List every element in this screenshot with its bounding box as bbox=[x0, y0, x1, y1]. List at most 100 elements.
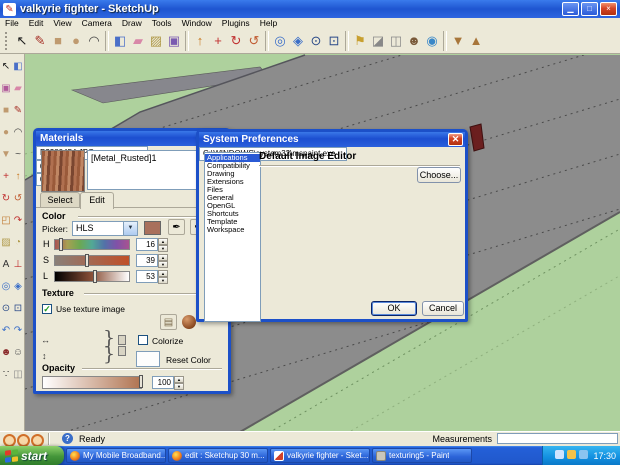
zoom-icon[interactable]: ⊙ bbox=[307, 30, 325, 52]
share-model-icon[interactable]: ▲ bbox=[467, 30, 485, 52]
opacity-slider-handle[interactable] bbox=[139, 375, 143, 388]
messenger-icon[interactable] bbox=[579, 450, 588, 459]
offset-icon[interactable]: ↺ bbox=[245, 30, 263, 52]
tab-edit[interactable]: Edit bbox=[80, 192, 114, 209]
menu-tools[interactable]: Tools bbox=[147, 18, 177, 28]
use-texture-checkbox[interactable]: ✓ bbox=[42, 304, 52, 314]
arc-icon[interactable]: ◠ bbox=[12, 122, 24, 144]
push-pull-icon[interactable]: ↑ bbox=[12, 166, 24, 188]
cancel-button[interactable]: Cancel bbox=[422, 301, 464, 316]
taskbar-button-paint-3[interactable]: texturing5 - Paint bbox=[372, 448, 472, 463]
browse-texture-icon[interactable]: ▤ bbox=[160, 314, 177, 330]
spin-down-icon[interactable]: ▼ bbox=[158, 261, 168, 268]
choose-button[interactable]: Choose... bbox=[417, 167, 461, 183]
walk-icon[interactable]: ∵ bbox=[0, 364, 12, 386]
spin-up-icon[interactable]: ▲ bbox=[174, 376, 184, 383]
section-plane-icon[interactable]: ◫ bbox=[12, 364, 24, 386]
menu-draw[interactable]: Draw bbox=[117, 18, 147, 28]
move-icon[interactable]: + bbox=[0, 166, 12, 188]
rectangle-icon[interactable]: ■ bbox=[0, 100, 12, 122]
tape-measure-icon[interactable]: ▨ bbox=[0, 232, 12, 254]
texture-preview-sphere-icon[interactable] bbox=[182, 315, 196, 329]
minimize-button[interactable]: ▁ bbox=[562, 2, 579, 16]
slider-handle[interactable] bbox=[59, 238, 63, 251]
circle-icon[interactable]: ● bbox=[0, 122, 12, 144]
zoom-extents-icon[interactable]: ⊡ bbox=[325, 30, 343, 52]
make-component-icon[interactable]: ◧ bbox=[111, 30, 129, 52]
polygon-icon[interactable]: ▼ bbox=[0, 144, 12, 166]
zoom-icon[interactable]: ⊙ bbox=[0, 298, 12, 320]
line-icon[interactable]: ✎ bbox=[31, 30, 49, 52]
colorize-checkbox[interactable] bbox=[138, 335, 148, 345]
start-button[interactable]: start bbox=[0, 446, 64, 465]
line-icon[interactable]: ✎ bbox=[12, 100, 24, 122]
freehand-icon[interactable]: ~ bbox=[12, 144, 24, 166]
rotate-icon[interactable]: ↻ bbox=[0, 188, 12, 210]
spin-down-icon[interactable]: ▼ bbox=[158, 245, 168, 252]
s-slider[interactable] bbox=[54, 255, 130, 266]
taskbar-button-sketchup-2[interactable]: valkyrie fighter - Sket... bbox=[270, 448, 370, 463]
orbit-icon[interactable]: ◎ bbox=[271, 30, 289, 52]
spin-down-icon[interactable]: ▼ bbox=[174, 383, 184, 390]
help-icon[interactable]: ? bbox=[62, 433, 73, 444]
spin-up-icon[interactable]: ▲ bbox=[158, 270, 168, 277]
taskbar-button-firefox-0[interactable]: My Mobile Broadband... bbox=[66, 448, 166, 463]
menu-plugins[interactable]: Plugins bbox=[217, 18, 255, 28]
eraser-icon[interactable]: ▰ bbox=[12, 78, 24, 100]
close-button[interactable]: × bbox=[600, 2, 617, 16]
opacity-value[interactable]: 100 bbox=[152, 376, 174, 389]
paint-bucket-icon[interactable]: ▣ bbox=[0, 78, 12, 100]
circle-icon[interactable]: ● bbox=[67, 30, 85, 52]
picker-dropdown[interactable]: HLS ▼ bbox=[72, 221, 138, 236]
match-color-object-eyedropper-icon[interactable]: ✒ bbox=[168, 219, 185, 235]
look-around-icon[interactable]: ☺ bbox=[12, 342, 24, 364]
opacity-slider[interactable] bbox=[42, 376, 142, 389]
restore-button[interactable]: □ bbox=[581, 2, 598, 16]
clock[interactable]: 17:30 bbox=[593, 451, 616, 461]
move-icon[interactable]: + bbox=[209, 30, 227, 52]
axes-icon[interactable]: ⊥ bbox=[12, 254, 24, 276]
spin-up-icon[interactable]: ▲ bbox=[158, 254, 168, 261]
offset-icon[interactable]: ↺ bbox=[12, 188, 24, 210]
paint-bucket-icon[interactable]: ▣ bbox=[165, 30, 183, 52]
measurements-input[interactable] bbox=[497, 433, 618, 444]
menu-window[interactable]: Window bbox=[177, 18, 217, 28]
ok-button[interactable]: OK bbox=[371, 301, 417, 316]
spin-down-icon[interactable]: ▼ bbox=[158, 277, 168, 284]
toggle-terrain-icon[interactable]: ◪ bbox=[369, 30, 387, 52]
l-slider[interactable] bbox=[54, 271, 130, 282]
close-icon[interactable]: ✕ bbox=[448, 133, 463, 146]
add-location-icon[interactable]: ⚑ bbox=[351, 30, 369, 52]
chain-link-icon-bottom[interactable] bbox=[118, 346, 126, 356]
zoom-extents-icon[interactable]: ⊡ bbox=[12, 298, 24, 320]
menu-file[interactable]: File bbox=[0, 18, 24, 28]
slider-value[interactable]: 39 bbox=[136, 254, 158, 267]
security-shield-icon[interactable] bbox=[567, 450, 576, 459]
eraser-icon[interactable]: ▰ bbox=[129, 30, 147, 52]
position-camera-icon[interactable]: ☻ bbox=[0, 342, 12, 364]
slider-value[interactable]: 16 bbox=[136, 238, 158, 251]
material-preview-thumbnail[interactable] bbox=[41, 150, 85, 192]
get-models-icon[interactable]: ▼ bbox=[449, 30, 467, 52]
make-component-icon[interactable]: ◧ bbox=[12, 56, 24, 78]
person-icon[interactable]: ☻ bbox=[405, 30, 423, 52]
scale-icon[interactable]: ◰ bbox=[0, 210, 12, 232]
rectangle-icon[interactable]: ■ bbox=[49, 30, 67, 52]
menu-view[interactable]: View bbox=[48, 18, 76, 28]
chevron-down-icon[interactable]: ▼ bbox=[123, 222, 137, 235]
protractor-icon[interactable]: ◔ bbox=[12, 232, 24, 254]
tape-measure-icon[interactable]: ▨ bbox=[147, 30, 165, 52]
select-icon[interactable]: ↖ bbox=[0, 56, 12, 78]
arc-icon[interactable]: ◠ bbox=[85, 30, 103, 52]
h-slider[interactable] bbox=[54, 239, 130, 250]
zoom-next-icon[interactable]: ↷ bbox=[12, 320, 24, 342]
chain-link-icon-top[interactable] bbox=[118, 335, 126, 345]
select-icon[interactable]: ↖ bbox=[13, 30, 31, 52]
slider-handle[interactable] bbox=[85, 254, 89, 267]
pan-icon[interactable]: ◈ bbox=[289, 30, 307, 52]
slider-value[interactable]: 53 bbox=[136, 270, 158, 283]
photo-match-icon[interactable]: ◫ bbox=[387, 30, 405, 52]
orbit-icon[interactable]: ◎ bbox=[0, 276, 12, 298]
push-pull-icon[interactable]: ↑ bbox=[191, 30, 209, 52]
menu-camera[interactable]: Camera bbox=[77, 18, 117, 28]
